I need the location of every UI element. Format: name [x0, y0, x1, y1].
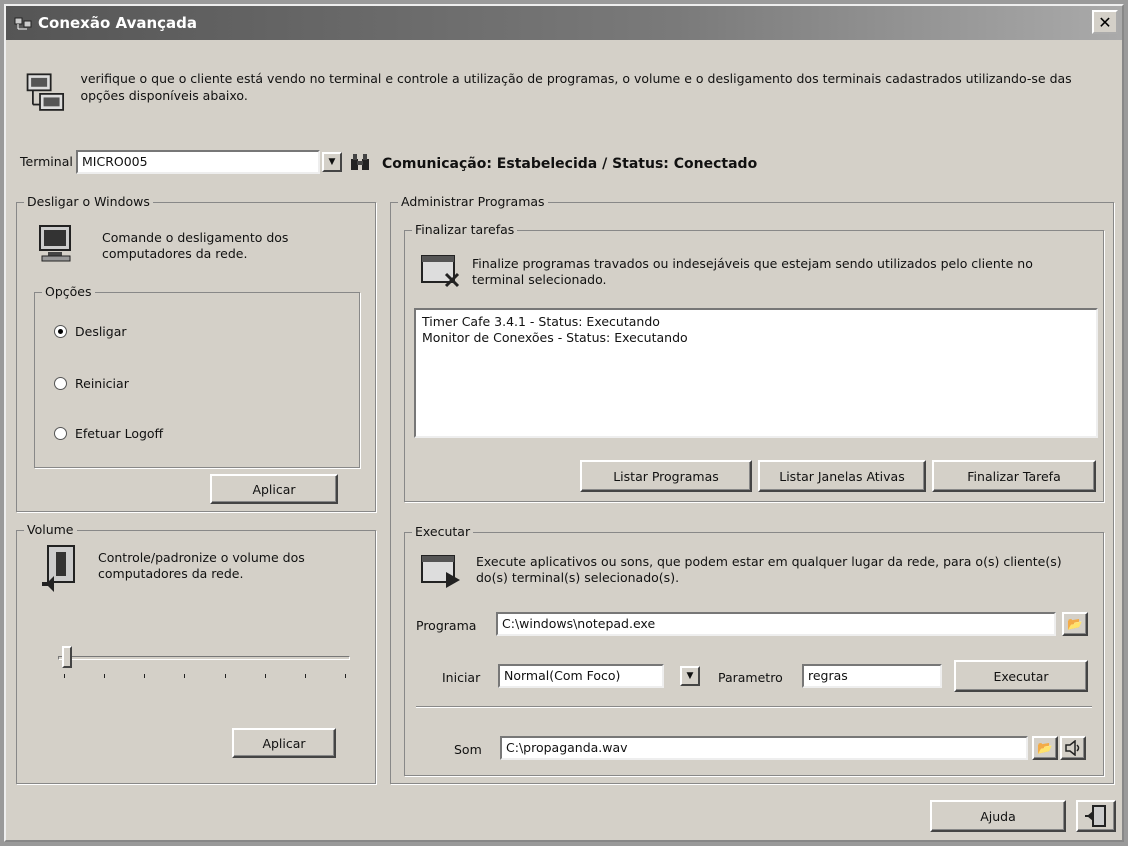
slider-thumb[interactable]: [62, 646, 72, 668]
shutdown-group-title: Desligar o Windows: [24, 194, 153, 209]
folder-open-icon: 📂: [1037, 740, 1053, 755]
parameter-label: Parametro: [718, 670, 783, 685]
radio-shutdown[interactable]: Desligar: [54, 324, 127, 339]
computer-icon: [39, 225, 71, 262]
play-sound-button[interactable]: [1060, 736, 1086, 760]
radio-dot-selected: [54, 325, 67, 338]
volume-apply-button[interactable]: Aplicar: [232, 728, 336, 758]
close-icon: ✕: [1098, 12, 1112, 32]
network-app-icon: [14, 17, 32, 30]
exit-button[interactable]: [1076, 800, 1116, 832]
terminal-label: Terminal: [20, 154, 73, 169]
program-path-input[interactable]: C:\windows\notepad.exe: [496, 612, 1056, 636]
list-item[interactable]: Monitor de Conexões - Status: Executando: [422, 330, 1090, 346]
run-program-icon: [421, 555, 460, 588]
shutdown-description: Comande o desligamento dos computadores …: [102, 230, 289, 261]
radio-shutdown-label: Desligar: [75, 324, 127, 339]
list-windows-button[interactable]: Listar Janelas Ativas: [758, 460, 926, 492]
volume-description: Controle/padronize o volume dos computad…: [98, 550, 305, 581]
sound-path-input[interactable]: C:\propaganda.wav: [500, 736, 1028, 760]
terminal-select[interactable]: MICRO005: [76, 150, 320, 174]
connect-button[interactable]: [348, 150, 372, 174]
binoculars-icon: [351, 154, 369, 170]
start-label: Iniciar: [442, 670, 481, 685]
program-browse-button[interactable]: 📂: [1062, 612, 1088, 636]
terminal-dropdown-button[interactable]: ▼: [322, 152, 342, 172]
execute-title: Executar: [412, 524, 474, 539]
exit-door-icon: [1085, 805, 1106, 827]
radio-dot: [54, 427, 67, 440]
sound-browse-button[interactable]: 📂: [1032, 736, 1058, 760]
chevron-down-icon: ▼: [686, 671, 694, 681]
finish-task-button[interactable]: Finalizar Tarefa: [932, 460, 1096, 492]
start-mode-select[interactable]: Normal(Com Foco): [498, 664, 664, 688]
speaker-icon: [42, 545, 75, 592]
radio-logoff-label: Efetuar Logoff: [75, 426, 164, 441]
options-group-title: Opções: [42, 284, 95, 299]
radio-dot: [54, 377, 67, 390]
execute-description: Execute aplicativos ou sons, que podem e…: [476, 554, 1062, 585]
volume-slider[interactable]: [58, 646, 350, 682]
sound-label: Som: [454, 742, 482, 757]
folder-open-icon: 📂: [1067, 616, 1083, 631]
intro-section: verifique o que o cliente está vendo no …: [24, 70, 1114, 118]
radio-restart[interactable]: Reiniciar: [54, 376, 129, 391]
list-programs-button[interactable]: Listar Programas: [580, 460, 752, 492]
title-bar: Conexão Avançada ✕: [6, 6, 1122, 40]
window-close-task-icon: [421, 255, 460, 288]
shutdown-apply-button[interactable]: Aplicar: [210, 474, 338, 504]
chevron-down-icon: ▼: [328, 157, 336, 167]
volume-group-title: Volume: [24, 522, 77, 537]
program-label: Programa: [416, 618, 477, 633]
execute-button[interactable]: Executar: [954, 660, 1088, 692]
advanced-connection-window: Conexão Avançada ✕ verifique o que o cli…: [4, 4, 1124, 842]
connection-status: Comunicação: Estabelecida / Status: Cone…: [382, 156, 758, 172]
radio-restart-label: Reiniciar: [75, 376, 129, 391]
parameter-input[interactable]: regras: [802, 664, 942, 688]
radio-logoff[interactable]: Efetuar Logoff: [54, 426, 163, 441]
terminals-icon: [26, 73, 65, 111]
help-button[interactable]: Ajuda: [930, 800, 1066, 832]
start-mode-dropdown-button[interactable]: ▼: [680, 666, 700, 686]
divider: [416, 706, 1092, 708]
running-programs-list[interactable]: Timer Cafe 3.4.1 - Status: Executando Mo…: [414, 308, 1098, 438]
speaker-icon: [1065, 740, 1080, 756]
finish-tasks-description: Finalize programas travados ou indesejáv…: [472, 256, 1033, 287]
finish-tasks-title: Finalizar tarefas: [412, 222, 518, 237]
intro-text: verifique o que o cliente está vendo no …: [80, 71, 1072, 103]
list-item[interactable]: Timer Cafe 3.4.1 - Status: Executando: [422, 314, 1090, 330]
programs-group-title: Administrar Programas: [398, 194, 548, 209]
slider-track: [58, 656, 350, 660]
close-button[interactable]: ✕: [1092, 10, 1118, 34]
slider-ticks: [64, 674, 346, 678]
window-title: Conexão Avançada: [38, 14, 198, 32]
